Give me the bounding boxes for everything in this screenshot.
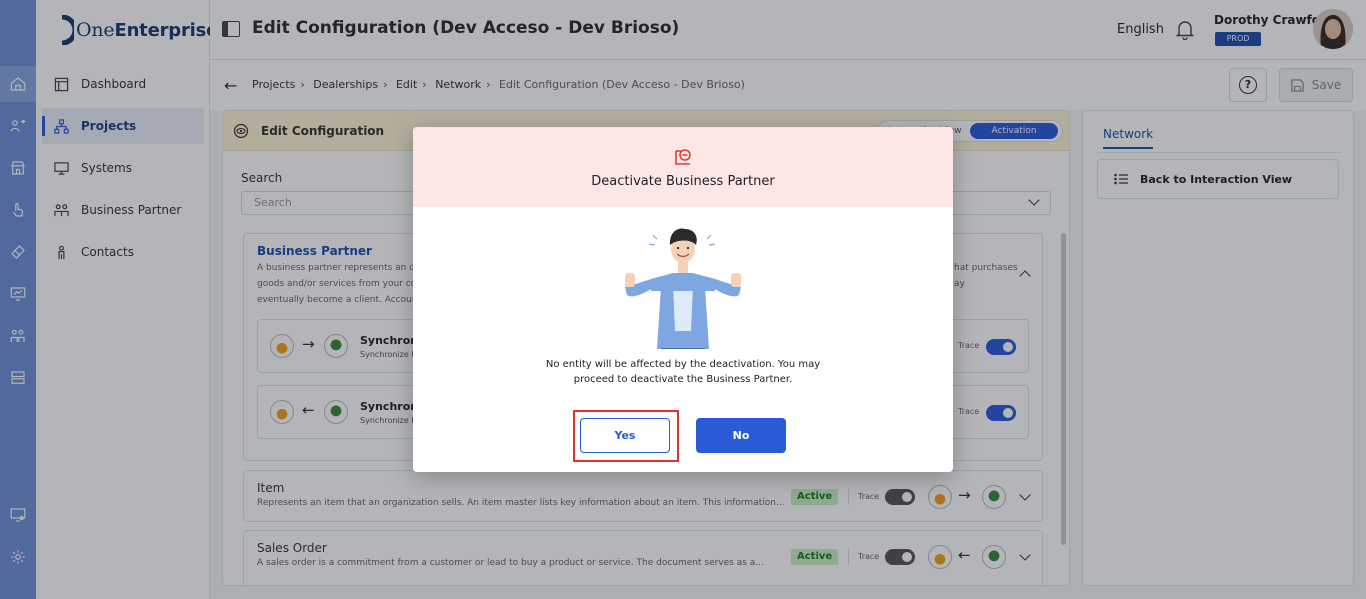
dialog-header: Deactivate Business Partner [413, 127, 953, 207]
yes-button[interactable]: Yes [580, 418, 670, 453]
no-button[interactable]: No [696, 418, 786, 453]
dialog-message-line: No entity will be affected by the deacti… [545, 359, 821, 370]
dialog-title: Deactivate Business Partner [591, 174, 775, 189]
deactivate-icon [675, 149, 691, 165]
deactivate-dialog: Deactivate Business Partner No entity wi… [413, 127, 953, 472]
thumbs-up-person-illustration [625, 228, 741, 349]
dialog-message-line: proceed to deactivate the Business Partn… [573, 374, 793, 385]
dialog-message: No entity will be affected by the deacti… [533, 357, 833, 387]
